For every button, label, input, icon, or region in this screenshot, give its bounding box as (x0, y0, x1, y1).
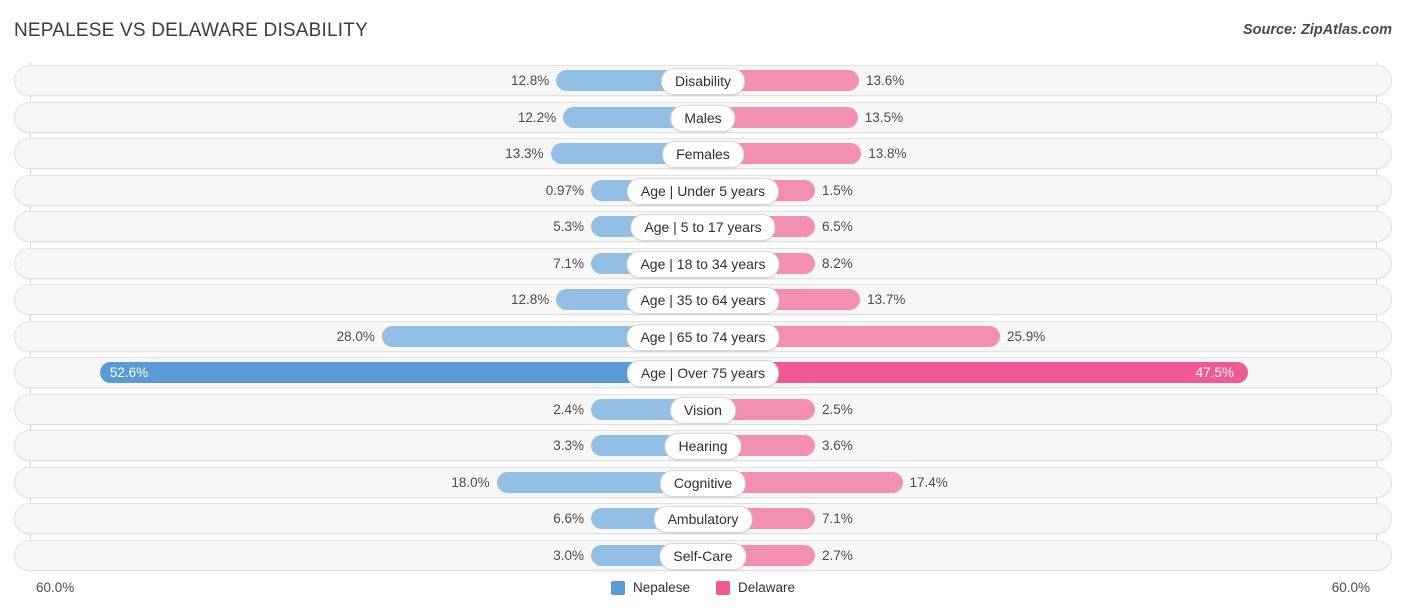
value-label-nepalese: 12.2% (517, 109, 557, 125)
category-label: Self-Care (659, 542, 747, 570)
legend-swatch-icon (716, 580, 730, 595)
category-label: Age | 5 to 17 years (630, 214, 776, 241)
category-label: Age | 18 to 34 years (626, 250, 780, 278)
table-row[interactable]: 28.0% 25.9% Age | 65 to 74 years (14, 320, 1392, 352)
chart-legend: Nepalese Delaware (0, 580, 1406, 595)
chart-plot-area: 12.8% 13.6% Disability 12.2% 13.5% Males 13.3%… (0, 62, 1406, 572)
source-attribution: Source: ZipAtlas.com (1242, 22, 1392, 38)
legend-item[interactable]: Delaware (716, 580, 795, 595)
value-label-nepalese: 12.8% (510, 292, 550, 307)
category-label: Age | Over 75 years (626, 360, 780, 387)
value-label-nepalese: 7.1% (553, 255, 584, 271)
table-row[interactable]: 12.2% 13.5% Males (14, 101, 1392, 133)
value-label-nepalese: 28.0% (336, 328, 375, 344)
category-label: Age | Under 5 years (626, 177, 780, 205)
category-label: Males (670, 104, 736, 132)
category-label: Females (662, 141, 744, 168)
value-label-delaware: 25.9% (1006, 328, 1046, 344)
value-label-delaware: 2.7% (822, 547, 853, 563)
value-label-nepalese: 3.0% (553, 547, 584, 563)
legend-item[interactable]: Nepalese (610, 580, 690, 595)
table-row[interactable]: 52.6% 47.5% Age | Over 75 years (14, 357, 1392, 388)
category-label: Hearing (664, 433, 742, 460)
category-label: Age | 35 to 64 years (626, 287, 780, 314)
value-label-nepalese: 52.6% (109, 365, 149, 380)
value-label-nepalese: 2.4% (553, 401, 584, 417)
bar-rows-container: 12.8% 13.6% Disability 12.2% 13.5% Males 13.3%… (14, 65, 1392, 576)
value-label-nepalese: 6.6% (553, 511, 584, 526)
table-row[interactable]: 18.0% 17.4% Cognitive (14, 466, 1392, 498)
value-label-delaware: 6.5% (822, 219, 853, 234)
value-label-delaware: 3.6% (822, 438, 853, 453)
legend-label: Delaware (738, 580, 796, 595)
value-label-delaware: 1.5% (822, 182, 853, 198)
value-label-nepalese: 3.3% (553, 438, 584, 453)
table-row[interactable]: 3.0% 2.7% Self-Care (14, 539, 1392, 571)
category-label: Age | 65 to 74 years (626, 323, 780, 351)
category-label: Ambulatory (653, 506, 753, 533)
chart-header: NEPALESE VS DELAWARE DISABILITY Source: … (0, 0, 1406, 62)
value-label-delaware: 13.6% (865, 73, 905, 88)
table-row[interactable]: 12.8% 13.6% Disability (14, 65, 1392, 96)
legend-label: Nepalese (632, 580, 690, 595)
value-label-nepalese: 12.8% (510, 73, 550, 88)
table-row[interactable]: 12.8% 13.7% Age | 35 to 64 years (14, 284, 1392, 315)
table-row[interactable]: 6.6% 7.1% Ambulatory (14, 503, 1392, 534)
category-label: Cognitive (659, 469, 747, 497)
table-row[interactable]: 0.97% 1.5% Age | Under 5 years (14, 174, 1392, 206)
table-row[interactable]: 7.1% 8.2% Age | 18 to 34 years (14, 247, 1392, 279)
table-row[interactable]: 5.3% 6.5% Age | 5 to 17 years (14, 211, 1392, 242)
value-label-delaware: 13.5% (864, 109, 904, 125)
value-label-delaware: 8.2% (822, 255, 853, 271)
bar-nepalese (99, 362, 703, 383)
value-label-delaware: 13.7% (867, 292, 906, 307)
value-label-delaware: 13.8% (868, 146, 907, 161)
value-label-nepalese: 18.0% (451, 474, 490, 490)
table-row[interactable]: 13.3% 13.8% Females (14, 138, 1392, 169)
value-label-delaware: 2.5% (822, 401, 853, 417)
category-label: Vision (670, 396, 736, 424)
value-label-delaware: 47.5% (1195, 365, 1234, 380)
table-row[interactable]: 2.4% 2.5% Vision (14, 393, 1392, 425)
chart-footer: 60.0% 60.0% Nepalese Delaware (0, 572, 1406, 612)
bar-delaware (703, 362, 1248, 383)
value-label-delaware: 7.1% (822, 511, 853, 526)
value-label-delaware: 17.4% (909, 474, 948, 490)
table-row[interactable]: 3.3% 3.6% Hearing (14, 430, 1392, 461)
value-label-nepalese: 5.3% (553, 219, 584, 234)
category-label: Disability (660, 68, 746, 95)
value-label-nepalese: 13.3% (505, 146, 544, 161)
legend-swatch-icon (610, 580, 625, 595)
page-title: NEPALESE VS DELAWARE DISABILITY (14, 20, 368, 41)
value-label-nepalese: 0.97% (545, 182, 584, 198)
